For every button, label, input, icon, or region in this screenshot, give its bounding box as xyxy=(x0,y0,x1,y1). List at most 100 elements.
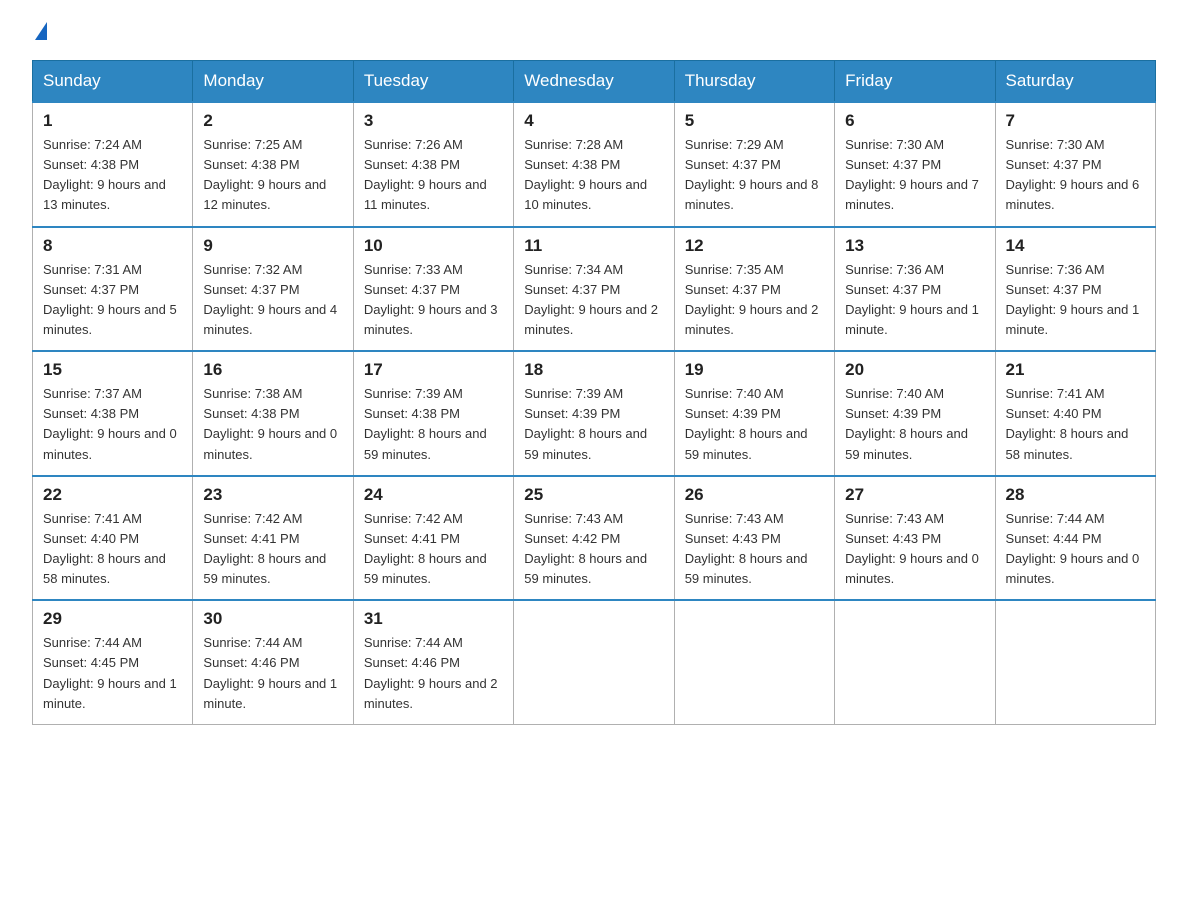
day-info: Sunrise: 7:43 AMSunset: 4:43 PMDaylight:… xyxy=(845,509,984,590)
calendar-cell: 14 Sunrise: 7:36 AMSunset: 4:37 PMDayligh… xyxy=(995,227,1155,352)
header xyxy=(32,24,1156,42)
calendar-cell: 11 Sunrise: 7:34 AMSunset: 4:37 PMDayligh… xyxy=(514,227,674,352)
day-info: Sunrise: 7:41 AMSunset: 4:40 PMDaylight:… xyxy=(43,509,182,590)
day-number: 19 xyxy=(685,360,824,380)
day-of-week-header: Wednesday xyxy=(514,61,674,103)
day-of-week-header: Thursday xyxy=(674,61,834,103)
day-number: 11 xyxy=(524,236,663,256)
day-number: 9 xyxy=(203,236,342,256)
day-info: Sunrise: 7:44 AMSunset: 4:46 PMDaylight:… xyxy=(203,633,342,714)
day-number: 21 xyxy=(1006,360,1145,380)
day-number: 23 xyxy=(203,485,342,505)
day-number: 22 xyxy=(43,485,182,505)
day-number: 7 xyxy=(1006,111,1145,131)
day-info: Sunrise: 7:26 AMSunset: 4:38 PMDaylight:… xyxy=(364,135,503,216)
day-of-week-header: Tuesday xyxy=(353,61,513,103)
day-of-week-header: Monday xyxy=(193,61,353,103)
day-of-week-header: Sunday xyxy=(33,61,193,103)
page: SundayMondayTuesdayWednesdayThursdayFrid… xyxy=(0,0,1188,757)
day-info: Sunrise: 7:30 AMSunset: 4:37 PMDaylight:… xyxy=(845,135,984,216)
day-number: 30 xyxy=(203,609,342,629)
day-number: 15 xyxy=(43,360,182,380)
day-of-week-header: Saturday xyxy=(995,61,1155,103)
day-info: Sunrise: 7:35 AMSunset: 4:37 PMDaylight:… xyxy=(685,260,824,341)
day-info: Sunrise: 7:28 AMSunset: 4:38 PMDaylight:… xyxy=(524,135,663,216)
day-number: 27 xyxy=(845,485,984,505)
day-info: Sunrise: 7:44 AMSunset: 4:45 PMDaylight:… xyxy=(43,633,182,714)
calendar-cell: 28 Sunrise: 7:44 AMSunset: 4:44 PMDayligh… xyxy=(995,476,1155,601)
day-number: 18 xyxy=(524,360,663,380)
day-number: 28 xyxy=(1006,485,1145,505)
calendar-cell: 29 Sunrise: 7:44 AMSunset: 4:45 PMDayligh… xyxy=(33,600,193,724)
day-number: 5 xyxy=(685,111,824,131)
day-number: 29 xyxy=(43,609,182,629)
day-info: Sunrise: 7:39 AMSunset: 4:39 PMDaylight:… xyxy=(524,384,663,465)
calendar-week-row: 22 Sunrise: 7:41 AMSunset: 4:40 PMDayligh… xyxy=(33,476,1156,601)
calendar-cell: 1 Sunrise: 7:24 AMSunset: 4:38 PMDaylight… xyxy=(33,102,193,227)
calendar-cell: 22 Sunrise: 7:41 AMSunset: 4:40 PMDayligh… xyxy=(33,476,193,601)
day-info: Sunrise: 7:36 AMSunset: 4:37 PMDaylight:… xyxy=(1006,260,1145,341)
day-info: Sunrise: 7:39 AMSunset: 4:38 PMDaylight:… xyxy=(364,384,503,465)
calendar-week-row: 15 Sunrise: 7:37 AMSunset: 4:38 PMDayligh… xyxy=(33,351,1156,476)
day-info: Sunrise: 7:44 AMSunset: 4:44 PMDaylight:… xyxy=(1006,509,1145,590)
day-info: Sunrise: 7:33 AMSunset: 4:37 PMDaylight:… xyxy=(364,260,503,341)
day-number: 8 xyxy=(43,236,182,256)
day-info: Sunrise: 7:25 AMSunset: 4:38 PMDaylight:… xyxy=(203,135,342,216)
day-info: Sunrise: 7:38 AMSunset: 4:38 PMDaylight:… xyxy=(203,384,342,465)
day-info: Sunrise: 7:43 AMSunset: 4:42 PMDaylight:… xyxy=(524,509,663,590)
day-info: Sunrise: 7:40 AMSunset: 4:39 PMDaylight:… xyxy=(685,384,824,465)
calendar-cell: 30 Sunrise: 7:44 AMSunset: 4:46 PMDayligh… xyxy=(193,600,353,724)
calendar-cell: 23Sunrise: 7:42 AMSunset: 4:41 PMDayligh… xyxy=(193,476,353,601)
day-info: Sunrise: 7:34 AMSunset: 4:37 PMDaylight:… xyxy=(524,260,663,341)
day-number: 16 xyxy=(203,360,342,380)
calendar-cell: 8 Sunrise: 7:31 AMSunset: 4:37 PMDaylight… xyxy=(33,227,193,352)
calendar-cell: 4 Sunrise: 7:28 AMSunset: 4:38 PMDaylight… xyxy=(514,102,674,227)
day-of-week-header: Friday xyxy=(835,61,995,103)
calendar-cell: 6 Sunrise: 7:30 AMSunset: 4:37 PMDaylight… xyxy=(835,102,995,227)
calendar-cell: 18 Sunrise: 7:39 AMSunset: 4:39 PMDayligh… xyxy=(514,351,674,476)
calendar-cell xyxy=(995,600,1155,724)
logo xyxy=(32,24,47,42)
day-number: 10 xyxy=(364,236,503,256)
calendar-cell: 15 Sunrise: 7:37 AMSunset: 4:38 PMDayligh… xyxy=(33,351,193,476)
calendar-cell: 26 Sunrise: 7:43 AMSunset: 4:43 PMDayligh… xyxy=(674,476,834,601)
day-info: Sunrise: 7:37 AMSunset: 4:38 PMDaylight:… xyxy=(43,384,182,465)
calendar-cell: 17 Sunrise: 7:39 AMSunset: 4:38 PMDayligh… xyxy=(353,351,513,476)
calendar-cell: 27 Sunrise: 7:43 AMSunset: 4:43 PMDayligh… xyxy=(835,476,995,601)
day-number: 6 xyxy=(845,111,984,131)
day-number: 31 xyxy=(364,609,503,629)
day-info: Sunrise: 7:42 AMSunset: 4:41 PMDaylight:… xyxy=(364,509,503,590)
calendar-cell: 3Sunrise: 7:26 AMSunset: 4:38 PMDaylight… xyxy=(353,102,513,227)
day-info: Sunrise: 7:24 AMSunset: 4:38 PMDaylight:… xyxy=(43,135,182,216)
calendar-cell: 9 Sunrise: 7:32 AMSunset: 4:37 PMDaylight… xyxy=(193,227,353,352)
day-info: Sunrise: 7:32 AMSunset: 4:37 PMDaylight:… xyxy=(203,260,342,341)
day-info: Sunrise: 7:31 AMSunset: 4:37 PMDaylight:… xyxy=(43,260,182,341)
calendar-cell: 7 Sunrise: 7:30 AMSunset: 4:37 PMDaylight… xyxy=(995,102,1155,227)
day-info: Sunrise: 7:40 AMSunset: 4:39 PMDaylight:… xyxy=(845,384,984,465)
calendar-table: SundayMondayTuesdayWednesdayThursdayFrid… xyxy=(32,60,1156,725)
calendar-cell: 31 Sunrise: 7:44 AMSunset: 4:46 PMDayligh… xyxy=(353,600,513,724)
day-info: Sunrise: 7:30 AMSunset: 4:37 PMDaylight:… xyxy=(1006,135,1145,216)
day-number: 14 xyxy=(1006,236,1145,256)
calendar-week-row: 29 Sunrise: 7:44 AMSunset: 4:45 PMDayligh… xyxy=(33,600,1156,724)
day-number: 4 xyxy=(524,111,663,131)
day-number: 26 xyxy=(685,485,824,505)
day-info: Sunrise: 7:41 AMSunset: 4:40 PMDaylight:… xyxy=(1006,384,1145,465)
day-info: Sunrise: 7:36 AMSunset: 4:37 PMDaylight:… xyxy=(845,260,984,341)
day-number: 17 xyxy=(364,360,503,380)
calendar-cell xyxy=(514,600,674,724)
day-info: Sunrise: 7:29 AMSunset: 4:37 PMDaylight:… xyxy=(685,135,824,216)
day-number: 1 xyxy=(43,111,182,131)
calendar-cell: 21 Sunrise: 7:41 AMSunset: 4:40 PMDayligh… xyxy=(995,351,1155,476)
logo-triangle-icon xyxy=(35,22,47,40)
calendar-cell: 19 Sunrise: 7:40 AMSunset: 4:39 PMDayligh… xyxy=(674,351,834,476)
calendar-week-row: 1 Sunrise: 7:24 AMSunset: 4:38 PMDaylight… xyxy=(33,102,1156,227)
day-number: 25 xyxy=(524,485,663,505)
calendar-cell: 10 Sunrise: 7:33 AMSunset: 4:37 PMDayligh… xyxy=(353,227,513,352)
day-info: Sunrise: 7:43 AMSunset: 4:43 PMDaylight:… xyxy=(685,509,824,590)
day-info: Sunrise: 7:44 AMSunset: 4:46 PMDaylight:… xyxy=(364,633,503,714)
day-number: 13 xyxy=(845,236,984,256)
calendar-cell: 2Sunrise: 7:25 AMSunset: 4:38 PMDaylight… xyxy=(193,102,353,227)
calendar-cell: 20 Sunrise: 7:40 AMSunset: 4:39 PMDayligh… xyxy=(835,351,995,476)
day-number: 20 xyxy=(845,360,984,380)
